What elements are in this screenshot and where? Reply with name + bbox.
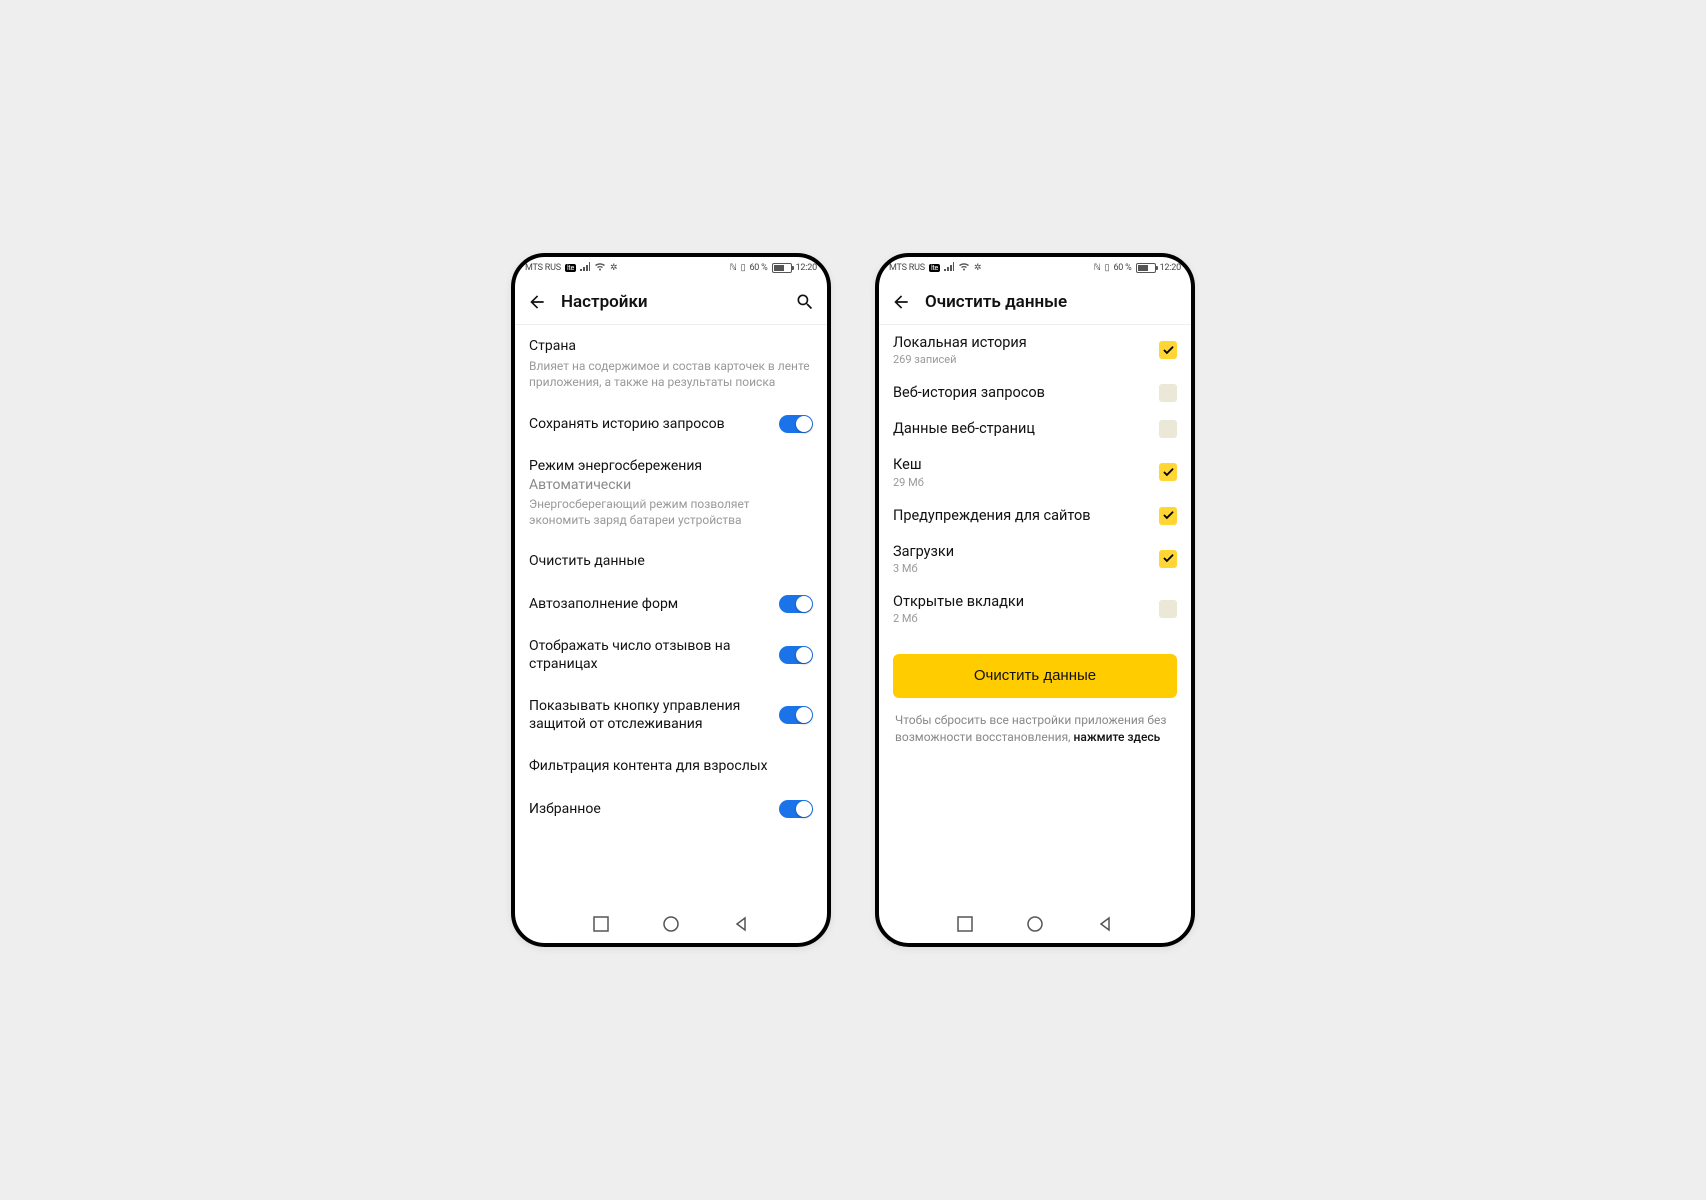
status-bar: MTS RUS lte ✲ ℕ ▯ 60 % 12:20 xyxy=(879,257,1191,279)
nfc-icon: ℕ xyxy=(1094,263,1101,273)
clear-data-list: Локальная история 269 записей Веб-истори… xyxy=(879,325,1191,905)
setting-label: Страна xyxy=(529,337,813,355)
signal-icon xyxy=(580,262,590,274)
battery-text: 60 % xyxy=(749,263,767,273)
setting-save-history[interactable]: Сохранять историю запросов xyxy=(529,403,813,445)
setting-label: Режим энергосбережения xyxy=(529,457,813,475)
nav-recent-button[interactable] xyxy=(593,916,609,932)
reset-footnote: Чтобы сбросить все настройки приложения … xyxy=(893,712,1177,746)
back-button[interactable] xyxy=(891,292,911,312)
row-sub: 2 Мб xyxy=(893,612,1149,625)
nav-back-button[interactable] xyxy=(1097,916,1113,932)
row-sub: 3 Мб xyxy=(893,562,1149,575)
network-badge: lte xyxy=(929,264,940,272)
row-site-warnings[interactable]: Предупреждения для сайтов xyxy=(893,498,1177,534)
setting-value: Автоматически xyxy=(529,477,813,493)
toggle-tracking[interactable] xyxy=(779,706,813,724)
setting-label: Отображать число отзывов на страницах xyxy=(529,637,769,673)
android-nav-bar xyxy=(879,905,1191,943)
vibrate-icon: ▯ xyxy=(1105,263,1110,273)
checkbox-downloads[interactable] xyxy=(1159,550,1177,568)
setting-country[interactable]: Страна Влияет на содержимое и состав кар… xyxy=(529,325,813,403)
row-label: Открытые вкладки xyxy=(893,593,1149,611)
battery-icon xyxy=(1136,263,1156,273)
row-web-data[interactable]: Данные веб-страниц xyxy=(893,411,1177,447)
setting-label: Очистить данные xyxy=(529,552,813,570)
setting-label: Фильтрация контента для взрослых xyxy=(529,757,813,775)
checkbox-local-history[interactable] xyxy=(1159,341,1177,359)
setting-label: Сохранять историю запросов xyxy=(529,415,769,433)
checkbox-cache[interactable] xyxy=(1159,463,1177,481)
setting-label: Автозаполнение форм xyxy=(529,595,769,613)
network-badge: lte xyxy=(565,264,576,272)
sync-icon: ✲ xyxy=(974,263,981,273)
nav-back-button[interactable] xyxy=(733,916,749,932)
nav-home-button[interactable] xyxy=(1027,916,1043,932)
setting-desc: Влияет на содержимое и состав карточек в… xyxy=(529,358,813,390)
app-bar: Очистить данные xyxy=(879,279,1191,325)
sync-icon: ✲ xyxy=(610,263,617,273)
phone-clear-data: MTS RUS lte ✲ ℕ ▯ 60 % 12:20 Очистить да… xyxy=(875,253,1195,947)
row-local-history[interactable]: Локальная история 269 записей xyxy=(893,325,1177,375)
phone-settings: MTS RUS lte ✲ ℕ ▯ 60 % 12:20 Настройки xyxy=(511,253,831,947)
row-open-tabs[interactable]: Открытые вкладки 2 Мб xyxy=(893,584,1177,634)
carrier-label: MTS RUS xyxy=(525,263,561,273)
reset-link[interactable]: нажмите здесь xyxy=(1074,730,1161,744)
carrier-label: MTS RUS xyxy=(889,263,925,273)
battery-icon xyxy=(772,263,792,273)
setting-clear-data[interactable]: Очистить данные xyxy=(529,540,813,582)
toggle-autofill[interactable] xyxy=(779,595,813,613)
setting-label: Избранное xyxy=(529,800,769,818)
wifi-icon xyxy=(958,262,970,274)
clear-data-button[interactable]: Очистить данные xyxy=(893,654,1177,698)
row-web-history[interactable]: Веб-история запросов xyxy=(893,375,1177,411)
page-title: Очистить данные xyxy=(925,292,1179,312)
toggle-favorites[interactable] xyxy=(779,800,813,818)
android-nav-bar xyxy=(515,905,827,943)
row-downloads[interactable]: Загрузки 3 Мб xyxy=(893,534,1177,584)
setting-autofill[interactable]: Автозаполнение форм xyxy=(529,583,813,625)
wifi-icon xyxy=(594,262,606,274)
status-bar: MTS RUS lte ✲ ℕ ▯ 60 % 12:20 xyxy=(515,257,827,279)
app-bar: Настройки xyxy=(515,279,827,325)
toggle-save-history[interactable] xyxy=(779,415,813,433)
row-label: Кеш xyxy=(893,456,1149,474)
signal-icon xyxy=(944,262,954,274)
row-label: Данные веб-страниц xyxy=(893,420,1149,438)
setting-desc: Энергосберегающий режим позволяет эконом… xyxy=(529,496,813,528)
setting-power-mode[interactable]: Режим энергосбережения Автоматически Эне… xyxy=(529,445,813,541)
setting-label: Показывать кнопку управления защитой от … xyxy=(529,697,769,733)
row-sub: 29 Мб xyxy=(893,476,1149,489)
search-button[interactable] xyxy=(795,292,815,312)
row-label: Веб-история запросов xyxy=(893,384,1149,402)
nfc-icon: ℕ xyxy=(730,263,737,273)
settings-list: Страна Влияет на содержимое и состав кар… xyxy=(515,325,827,905)
nav-home-button[interactable] xyxy=(663,916,679,932)
row-sub: 269 записей xyxy=(893,353,1149,366)
checkbox-web-history[interactable] xyxy=(1159,384,1177,402)
checkbox-web-data[interactable] xyxy=(1159,420,1177,438)
row-label: Загрузки xyxy=(893,543,1149,561)
back-button[interactable] xyxy=(527,292,547,312)
clock: 12:20 xyxy=(796,263,817,273)
setting-favorites[interactable]: Избранное xyxy=(529,788,813,830)
nav-recent-button[interactable] xyxy=(957,916,973,932)
page-title: Настройки xyxy=(561,292,781,312)
battery-text: 60 % xyxy=(1113,263,1131,273)
setting-tracking-button[interactable]: Показывать кнопку управления защитой от … xyxy=(529,685,813,745)
checkbox-open-tabs[interactable] xyxy=(1159,600,1177,618)
vibrate-icon: ▯ xyxy=(741,263,746,273)
row-label: Локальная история xyxy=(893,334,1149,352)
checkbox-warnings[interactable] xyxy=(1159,507,1177,525)
row-label: Предупреждения для сайтов xyxy=(893,507,1149,525)
clock: 12:20 xyxy=(1160,263,1181,273)
setting-review-count[interactable]: Отображать число отзывов на страницах xyxy=(529,625,813,685)
row-cache[interactable]: Кеш 29 Мб xyxy=(893,447,1177,497)
setting-adult-filter[interactable]: Фильтрация контента для взрослых xyxy=(529,745,813,787)
toggle-reviews[interactable] xyxy=(779,646,813,664)
